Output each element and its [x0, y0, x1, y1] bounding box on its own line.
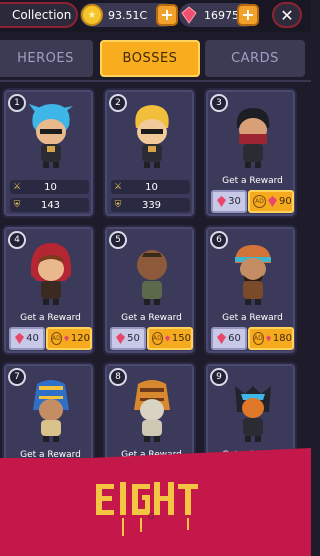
- gem-icon: [217, 196, 227, 207]
- ad-icon: AD: [253, 332, 264, 345]
- gem-icon: [217, 333, 227, 344]
- boss-portrait-7: [33, 380, 69, 442]
- gem-icon: [179, 5, 199, 25]
- ad-reward-button[interactable]: AD 180: [248, 327, 294, 350]
- boss-number: 3: [210, 94, 228, 112]
- ad-icon: AD: [51, 332, 62, 345]
- gem-reward-button[interactable]: 50: [110, 327, 146, 350]
- eight-logo: [96, 482, 198, 536]
- boss-number: 2: [109, 94, 127, 112]
- gem-cost: 40: [26, 333, 39, 344]
- close-button[interactable]: ✕: [272, 2, 302, 28]
- ad-reward: 90: [279, 196, 292, 207]
- coins-value: 93.51C: [108, 8, 148, 22]
- tab-heroes[interactable]: HEROES: [0, 40, 93, 77]
- boss-number: 9: [210, 368, 228, 386]
- tabs-divider: [0, 80, 311, 82]
- sword-value: 10: [44, 181, 57, 193]
- boss-portrait-1: [29, 104, 73, 168]
- shield-value: 339: [141, 199, 162, 211]
- sword-value: 10: [145, 181, 158, 193]
- get-reward-label: Get a Reward: [121, 313, 182, 323]
- ad-icon: AD: [152, 332, 163, 345]
- sword-stat: ⚔ 10: [10, 180, 89, 194]
- boss-portrait-3: [236, 108, 270, 168]
- shield-stat: ⛨ 143: [10, 198, 89, 212]
- boss-card-6[interactable]: 6 Get a Reward 60 AD 180: [204, 225, 297, 355]
- boss-card-5[interactable]: 5 Get a Reward 50 AD 150: [103, 225, 196, 355]
- get-reward-label: Get a Reward: [222, 313, 283, 323]
- top-bar: Collection ★ 93.51C + 16975 + ✕: [0, 0, 311, 32]
- add-coins-button[interactable]: +: [156, 4, 178, 26]
- boss-card-4[interactable]: 4 Get a Reward 40 AD 120: [2, 225, 95, 355]
- add-gems-button[interactable]: +: [237, 4, 259, 26]
- boss-number: 7: [8, 368, 26, 386]
- boss-number: 6: [210, 231, 228, 249]
- boss-number: 8: [109, 368, 127, 386]
- shield-value: 143: [40, 199, 61, 211]
- collection-label: Collection: [12, 8, 72, 22]
- boss-portrait-5: [137, 250, 167, 305]
- gem-icon: [268, 196, 277, 207]
- ad-reward-button[interactable]: AD 90: [248, 190, 294, 213]
- close-icon: ✕: [280, 5, 294, 25]
- sword-stat: ⚔ 10: [111, 180, 190, 194]
- boss-card-1[interactable]: 1 ⚔ 10 ⛨ 143: [2, 88, 95, 218]
- gem-cost: 30: [228, 196, 241, 207]
- boss-portrait-6: [235, 245, 271, 305]
- gem-reward-button[interactable]: 30: [211, 190, 247, 213]
- shield-stat: ⛨ 339: [111, 198, 190, 212]
- banner-caption: G: [148, 512, 155, 521]
- tab-bar: HEROES BOSSES CARDS: [0, 40, 311, 80]
- boss-portrait-9: [235, 386, 271, 442]
- ad-reward: 150: [171, 333, 191, 344]
- gem-reward-button[interactable]: 40: [9, 327, 45, 350]
- coin-icon: ★: [81, 4, 103, 26]
- ad-reward: 120: [70, 333, 90, 344]
- sword-icon: ⚔: [113, 182, 123, 192]
- boss-number: 5: [109, 231, 127, 249]
- shield-icon: ⛨: [114, 200, 122, 210]
- gems-value: 16975: [204, 8, 239, 22]
- gem-icon: [116, 333, 126, 344]
- boss-number: 1: [8, 94, 26, 112]
- boss-card-2[interactable]: 2 ⚔ 10 ⛨ 339: [103, 88, 196, 218]
- boss-card-3[interactable]: 3 Get a Reward 30 AD 90: [204, 88, 297, 218]
- gems-counter: 16975 +: [179, 3, 259, 27]
- ad-reward-button[interactable]: AD 120: [46, 327, 92, 350]
- sword-icon: ⚔: [12, 182, 22, 192]
- ad-icon: AD: [253, 195, 266, 208]
- gem-icon: [164, 335, 170, 342]
- gem-cost: 60: [228, 333, 241, 344]
- tab-bosses[interactable]: BOSSES: [100, 40, 200, 77]
- coins-counter: ★ 93.51C +: [80, 3, 178, 27]
- boss-portrait-4: [30, 243, 72, 305]
- get-reward-label: Get a Reward: [222, 176, 283, 186]
- shield-icon: ⛨: [13, 200, 21, 210]
- gem-icon: [15, 333, 25, 344]
- ad-reward-button[interactable]: AD 150: [147, 327, 193, 350]
- boss-portrait-2: [135, 105, 169, 168]
- gem-icon: [265, 335, 271, 342]
- tab-cards[interactable]: CARDS: [205, 40, 305, 77]
- boss-portrait-8: [134, 380, 170, 442]
- ad-reward: 180: [272, 333, 292, 344]
- get-reward-label: Get a Reward: [20, 313, 81, 323]
- boss-number: 4: [8, 231, 26, 249]
- collection-title: Collection: [0, 2, 78, 28]
- gem-icon: [63, 335, 69, 342]
- gem-cost: 50: [127, 333, 140, 344]
- gem-reward-button[interactable]: 60: [211, 327, 247, 350]
